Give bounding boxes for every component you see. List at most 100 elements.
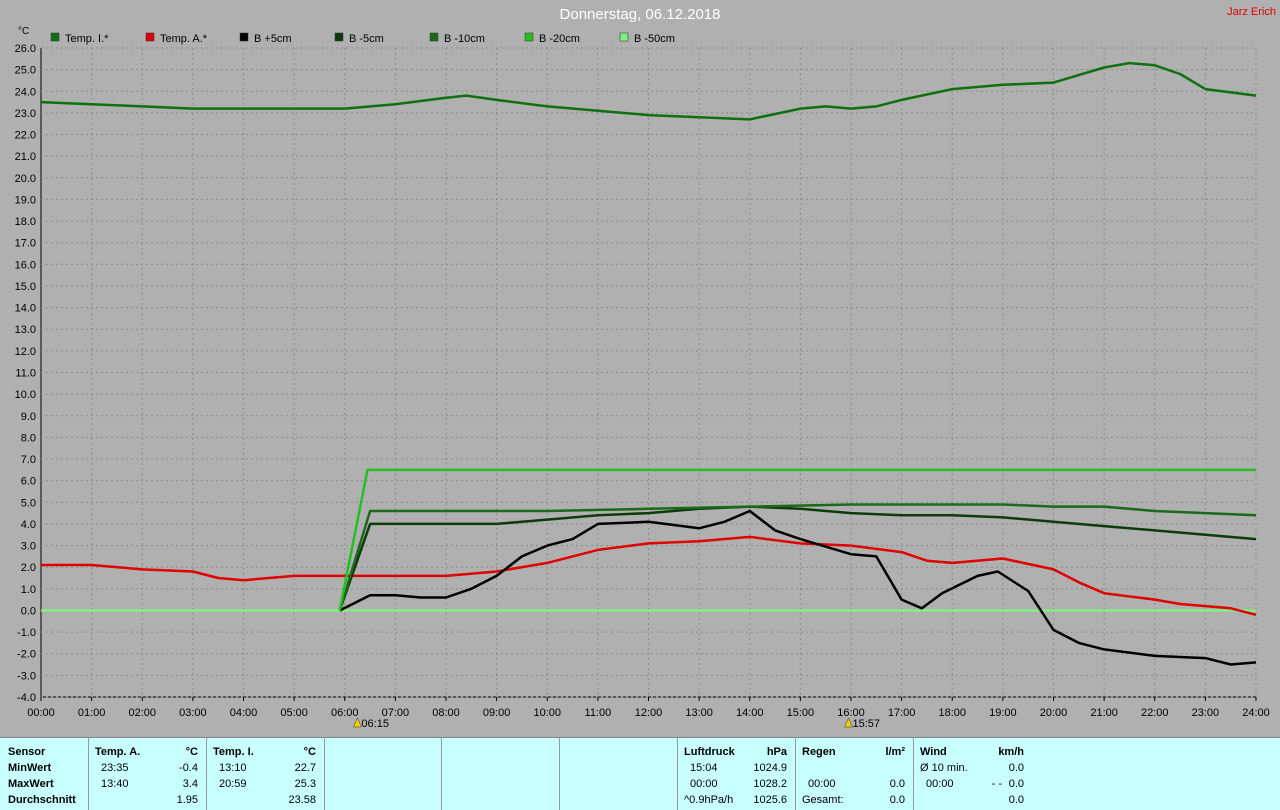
rain-unit: l/m² bbox=[885, 746, 905, 758]
rain-total-label: Gesamt: bbox=[802, 794, 844, 806]
pressure-min-time: 15:04 bbox=[690, 762, 718, 774]
y-tick-label: 5.0 bbox=[21, 497, 36, 509]
y-tick-label: 2.0 bbox=[21, 562, 36, 574]
temp-a-average: 1.95 bbox=[176, 794, 198, 806]
series-line-temp-i bbox=[40, 61, 1257, 121]
x-tick-label: 04:00 bbox=[230, 707, 258, 719]
wind-max-value: 0.0 bbox=[1008, 778, 1024, 790]
sensor-column: Sensor MinWert MaxWert Durchschnitt bbox=[0, 738, 89, 810]
y-tick-label: 19.0 bbox=[15, 194, 36, 206]
chart-area: -4.0 -3.0 -2.0 -1.0 0.0 1.0 2.0 3.0 4.0 5.0 6.0 7.0… bbox=[0, 0, 1280, 737]
sun-markers: 06:15 15:57 bbox=[353, 717, 880, 730]
x-tick-label: 20:00 bbox=[1040, 707, 1068, 719]
legend-swatch bbox=[50, 32, 60, 42]
pressure-average: 1025.6 bbox=[753, 794, 787, 806]
legend-label: Temp. I.* bbox=[65, 33, 109, 45]
y-tick-label: 9.0 bbox=[21, 411, 36, 423]
temp-i-header: Temp. I. bbox=[213, 746, 254, 758]
wind-header: Wind bbox=[920, 746, 947, 758]
temp-a-column: Temp. A. °C 23:35 -0.4 13:40 3.4 1.95 bbox=[89, 738, 207, 810]
temp-i-average: 23.58 bbox=[288, 794, 316, 806]
pressure-max-value: 1028.2 bbox=[753, 778, 787, 790]
x-tick-label: 03:00 bbox=[179, 707, 207, 719]
y-tick-label: 24.0 bbox=[15, 86, 36, 98]
x-tick-label: 12:00 bbox=[635, 707, 663, 719]
y-tick-label: 26.0 bbox=[15, 43, 36, 55]
y-tick-label: 0.0 bbox=[21, 605, 36, 617]
temp-a-max-time: 13:40 bbox=[101, 778, 129, 790]
temp-i-max-value: 25.3 bbox=[294, 778, 316, 790]
temp-i-min-value: 22.7 bbox=[294, 762, 316, 774]
y-tick-label: 17.0 bbox=[15, 238, 36, 250]
sunset-time: 15:57 bbox=[852, 718, 880, 730]
y-tick-label: 3.0 bbox=[21, 541, 36, 553]
y-unit-label: °C bbox=[18, 26, 30, 37]
sunrise-icon bbox=[353, 717, 362, 728]
wind-max-direction: - - bbox=[991, 778, 1002, 790]
x-tick-label: 05:00 bbox=[280, 707, 308, 719]
y-tick-label: 4.0 bbox=[21, 519, 36, 531]
rain-max-value: 0.0 bbox=[889, 778, 905, 790]
y-tick-label: 25.0 bbox=[15, 65, 36, 77]
y-tick-labels: -4.0 -3.0 -2.0 -1.0 0.0 1.0 2.0 3.0 4.0 5.0 6.0 7.0… bbox=[15, 43, 36, 704]
x-tick-label: 11:00 bbox=[585, 707, 612, 719]
statistics-panel: Sensor MinWert MaxWert Durchschnitt Temp… bbox=[0, 737, 1280, 810]
x-tick-label: 15:00 bbox=[787, 707, 815, 719]
pressure-column: Luftdruck hPa 15:04 1024.9 00:00 1028.2 … bbox=[678, 738, 796, 810]
x-tick-label: 18:00 bbox=[938, 707, 966, 719]
legend-label: B -20cm bbox=[539, 33, 580, 45]
row-avg-label: Durchschnitt bbox=[8, 794, 76, 806]
empty-column-1 bbox=[325, 738, 442, 810]
x-tick-label: 06:00 bbox=[331, 707, 359, 719]
y-tick-label: 21.0 bbox=[15, 151, 36, 163]
legend-swatch bbox=[145, 32, 155, 42]
y-tick-label: 12.0 bbox=[15, 346, 36, 358]
y-tick-label: 14.0 bbox=[15, 303, 36, 315]
y-tick-label: 23.0 bbox=[15, 108, 36, 120]
grid bbox=[40, 47, 1257, 701]
pressure-unit: hPa bbox=[766, 746, 787, 758]
rain-header: Regen bbox=[802, 746, 836, 758]
empty-column-2 bbox=[442, 738, 560, 810]
sunset-icon bbox=[844, 717, 853, 728]
y-tick-label: 1.0 bbox=[21, 584, 36, 596]
x-tick-label: 01:00 bbox=[78, 707, 106, 719]
wind-avg-label: Ø 10 min. bbox=[920, 762, 968, 774]
x-tick-label: 22:00 bbox=[1141, 707, 1169, 719]
wind-avg-value: 0.0 bbox=[1008, 762, 1024, 774]
x-tick-label: 09:00 bbox=[483, 707, 511, 719]
y-tick-label: -1.0 bbox=[17, 627, 36, 639]
legend-swatch bbox=[619, 32, 629, 42]
legend-label: B -50cm bbox=[634, 33, 675, 45]
y-tick-label: -2.0 bbox=[17, 649, 36, 661]
wind-max-time: 00:00 bbox=[926, 778, 954, 790]
legend-swatch bbox=[239, 32, 249, 42]
x-tick-label: 02:00 bbox=[128, 707, 156, 719]
sunrise-time: 06:15 bbox=[361, 718, 389, 730]
y-tick-label: -3.0 bbox=[17, 670, 36, 682]
legend-swatch bbox=[334, 32, 344, 42]
legend-swatch bbox=[524, 32, 534, 42]
temp-a-min-time: 23:35 bbox=[101, 762, 129, 774]
temp-i-max-time: 20:59 bbox=[219, 778, 247, 790]
x-tick-label: 21:00 bbox=[1090, 707, 1118, 719]
legend-label: B -10cm bbox=[444, 33, 485, 45]
series-line-b-plus5cm bbox=[339, 509, 1257, 666]
legend-swatch bbox=[429, 32, 439, 42]
temp-a-max-value: 3.4 bbox=[182, 778, 198, 790]
x-tick-labels: 00:00 01:00 02:00 03:00 04:00 05:00 06:00 07:00… bbox=[27, 707, 1270, 719]
x-tick-label: 10:00 bbox=[533, 707, 561, 719]
x-tick-label: 14:00 bbox=[736, 707, 764, 719]
y-tick-label: 8.0 bbox=[21, 432, 36, 444]
sensor-header: Sensor bbox=[8, 746, 46, 758]
row-min-label: MinWert bbox=[8, 762, 52, 774]
y-tick-label: 10.0 bbox=[15, 389, 36, 401]
x-tick-label: 00:00 bbox=[27, 707, 55, 719]
y-tick-label: 16.0 bbox=[15, 259, 36, 271]
pressure-min-value: 1024.9 bbox=[753, 762, 787, 774]
x-tick-label: 24:00 bbox=[1242, 707, 1270, 719]
rain-column: Regen l/m² 00:00 0.0 Gesamt: 0.0 bbox=[796, 738, 914, 810]
temp-a-header: Temp. A. bbox=[95, 746, 141, 758]
y-tick-label: 11.0 bbox=[15, 368, 36, 380]
x-tick-label: 19:00 bbox=[989, 707, 1017, 719]
